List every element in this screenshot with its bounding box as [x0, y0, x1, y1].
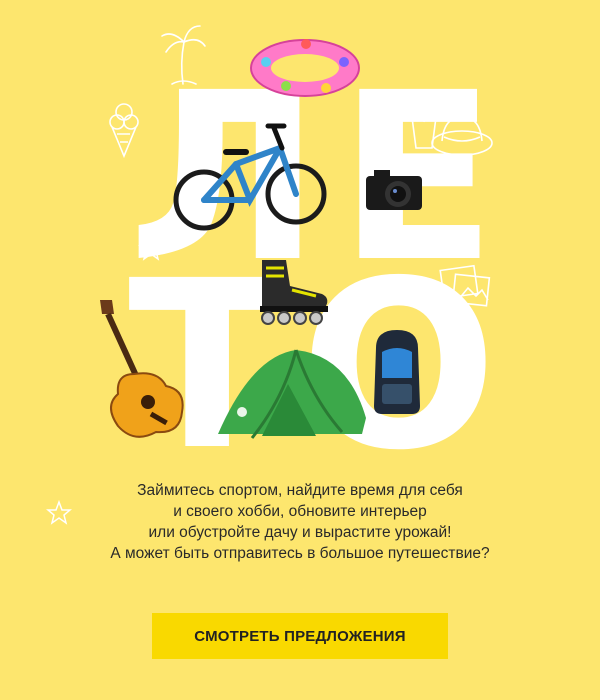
palm-tree-icon: [161, 25, 206, 85]
ice-cream-icon: [109, 103, 139, 159]
promo-text-line: А может быть отправитесь в большое путеш…: [110, 545, 490, 562]
bicycle-image: [173, 123, 327, 231]
pool-ring-image: [250, 39, 360, 97]
summer-promo-page: Л Е Т О: [0, 0, 600, 700]
sun-hat-icon: [431, 116, 493, 156]
promo-text-line: и своего хобби, обновите интерьер: [173, 503, 427, 520]
inline-skate-image: [260, 260, 328, 325]
promo-description: Займитесь спортом, найдите время для себ…: [0, 480, 600, 564]
promo-text-line: Займитесь спортом, найдите время для себ…: [137, 482, 463, 499]
backpack-image: [374, 330, 420, 414]
photos-icon: [439, 264, 491, 307]
camera-image: [366, 170, 422, 210]
view-offers-button[interactable]: СМОТРЕТЬ ПРЕДЛОЖЕНИЯ: [152, 613, 448, 659]
star-icon: [138, 236, 164, 261]
guitar-image: [100, 300, 184, 438]
tent-image: [218, 349, 366, 439]
promo-text-line: или обустройте дачу и вырастите урожай!: [148, 524, 452, 541]
